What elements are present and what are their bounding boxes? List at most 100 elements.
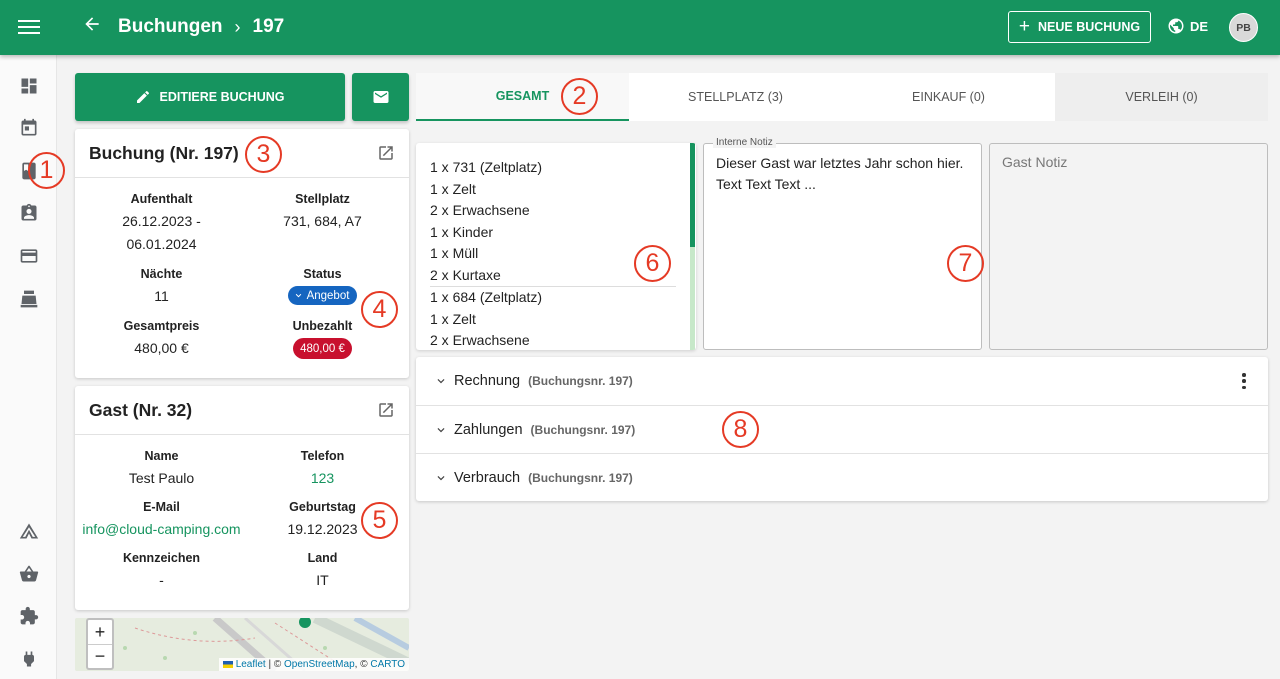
guest-name-value: Test Paulo bbox=[128, 470, 195, 486]
accordion-zahlungen[interactable]: Zahlungen (Buchungsnr. 197) bbox=[416, 405, 1268, 453]
stay-value: 26.12.2023 - 06.01.2024 bbox=[122, 213, 201, 252]
tab-einkauf[interactable]: EINKAUF (0) bbox=[842, 73, 1055, 121]
chevron-down-icon bbox=[437, 427, 445, 432]
plus-icon: + bbox=[1018, 16, 1030, 37]
open-external-icon[interactable] bbox=[377, 401, 395, 419]
annotation-1: 1 bbox=[28, 152, 65, 189]
breadcrumb-current: 197 bbox=[252, 16, 285, 37]
back-arrow-icon[interactable] bbox=[82, 14, 102, 40]
position-item: 1 x Zelt bbox=[430, 180, 476, 197]
status-value: Angebot bbox=[306, 289, 350, 302]
license-plate-label: Kennzeichen bbox=[122, 551, 201, 565]
extension-icon[interactable] bbox=[19, 606, 39, 626]
annotation-2: 2 bbox=[561, 78, 598, 115]
scrollbar-thumb[interactable] bbox=[690, 143, 695, 247]
pencil-icon bbox=[137, 90, 150, 103]
breadcrumb-root[interactable]: Buchungen bbox=[118, 16, 223, 38]
nights-value: 11 bbox=[154, 288, 169, 304]
attribution-separator: | © bbox=[268, 659, 282, 670]
position-item: 2 x Erwachsene bbox=[430, 332, 530, 348]
stay-label: Aufenthalt bbox=[130, 192, 193, 206]
annotation-5: 5 bbox=[361, 502, 398, 539]
status-badge[interactable]: Angebot bbox=[287, 286, 358, 305]
nights-label: Nächte bbox=[140, 267, 183, 281]
guest-note-placeholder: Gast Notiz bbox=[1002, 154, 1068, 170]
leaflet-link[interactable]: Leaflet bbox=[236, 659, 266, 670]
accordion-subtitle: (Buchungsnr. 197) bbox=[528, 470, 633, 485]
mail-icon bbox=[373, 91, 388, 103]
accordion-title: Zahlungen bbox=[454, 421, 523, 438]
booking-card: Buchung (Nr. 197) Aufenthalt 26.12.2023 … bbox=[75, 129, 409, 378]
internal-note-label: Interne Notiz bbox=[713, 137, 776, 148]
new-booking-label: NEUE BUCHUNG bbox=[1038, 20, 1141, 34]
hamburger-menu-icon[interactable] bbox=[18, 17, 40, 37]
ukraine-flag-icon bbox=[222, 660, 233, 668]
calendar-icon[interactable] bbox=[19, 118, 39, 138]
guest-email-link[interactable]: info@cloud-camping.com bbox=[82, 521, 240, 537]
language-switcher[interactable]: DE bbox=[1167, 17, 1208, 35]
top-app-bar: Buchungen › 197 + NEUE BUCHUNG DE PB bbox=[0, 0, 1280, 55]
chevron-down-icon bbox=[437, 475, 445, 480]
send-email-button[interactable] bbox=[352, 73, 409, 121]
tab-verleih[interactable]: VERLEIH (0) bbox=[1055, 73, 1268, 121]
more-vert-icon[interactable] bbox=[1242, 373, 1246, 389]
accordion-panels: Rechnung (Buchungsnr. 197) Zahlungen (Bu… bbox=[416, 357, 1268, 501]
cash-register-icon[interactable] bbox=[19, 289, 39, 309]
position-item: 1 x Zelt bbox=[430, 310, 476, 327]
attribution-separator: , © bbox=[354, 659, 368, 670]
guest-title: Gast (Nr. 32) bbox=[89, 399, 193, 420]
tent-icon[interactable] bbox=[19, 521, 39, 541]
credit-card-icon[interactable] bbox=[19, 246, 39, 266]
globe-icon bbox=[1168, 18, 1184, 34]
annotation-8: 8 bbox=[722, 411, 759, 448]
booking-title: Buchung (Nr. 197) bbox=[89, 142, 239, 163]
accordion-subtitle: (Buchungsnr. 197) bbox=[530, 422, 636, 437]
guest-name-label: Name bbox=[144, 449, 179, 463]
guest-email-label: E-Mail bbox=[143, 500, 180, 514]
sidebar bbox=[0, 55, 57, 679]
language-label: DE bbox=[1190, 18, 1209, 34]
guest-card: Gast (Nr. 32) Name Test Paulo Telefon 12… bbox=[75, 386, 409, 610]
power-plug-icon[interactable] bbox=[19, 649, 39, 669]
edit-booking-label: EDITIERE BUCHUNG bbox=[159, 90, 285, 104]
openstreetmap-link[interactable]: OpenStreetMap bbox=[284, 659, 355, 670]
internal-note-field[interactable]: Interne Notiz Dieser Gast war letztes Ja… bbox=[703, 137, 982, 350]
guest-phone-label: Telefon bbox=[300, 449, 345, 463]
total-price-value: 480,00 € bbox=[134, 340, 189, 356]
accordion-rechnung[interactable]: Rechnung (Buchungsnr. 197) bbox=[416, 357, 1268, 405]
zoom-in-button[interactable]: + bbox=[88, 620, 112, 644]
accordion-title: Rechnung bbox=[454, 373, 521, 389]
total-price-label: Gesamtpreis bbox=[123, 319, 200, 333]
new-booking-button[interactable]: + NEUE BUCHUNG bbox=[1008, 11, 1151, 43]
guest-contact-icon[interactable] bbox=[19, 203, 39, 223]
edit-booking-button[interactable]: EDITIERE BUCHUNG bbox=[75, 73, 345, 121]
booking-tabs: GESAMT STELLPLATZ (3) EINKAUF (0) VERLEI… bbox=[416, 73, 1268, 121]
position-item: 1 x 684 (Zeltplatz) bbox=[430, 289, 543, 305]
chevron-down-icon bbox=[437, 379, 445, 384]
pitch-label: Stellplatz bbox=[295, 192, 350, 206]
map-zoom-control: + − bbox=[86, 618, 114, 670]
map-attribution: Leaflet | © OpenStreetMap, © CARTO bbox=[218, 658, 409, 671]
pitch-value: 731, 684, A7 bbox=[283, 213, 362, 229]
location-map[interactable]: + − Leaflet | © OpenStreetMap, © CARTO bbox=[75, 618, 409, 671]
position-item: 1 x 731 (Zeltplatz) bbox=[430, 159, 543, 175]
user-avatar[interactable]: PB bbox=[1229, 13, 1258, 42]
breadcrumb: Buchungen › 197 bbox=[118, 16, 284, 38]
annotation-6: 6 bbox=[634, 245, 671, 282]
zoom-out-button[interactable]: − bbox=[88, 644, 112, 668]
carto-link[interactable]: CARTO bbox=[370, 659, 405, 670]
country-value: IT bbox=[316, 572, 329, 588]
tab-stellplatz[interactable]: STELLPLATZ (3) bbox=[629, 73, 842, 121]
guest-phone-link[interactable]: 123 bbox=[311, 470, 334, 486]
position-item: 1 x Kinder bbox=[430, 223, 494, 240]
accordion-verbrauch[interactable]: Verbrauch (Buchungsnr. 197) bbox=[416, 453, 1268, 501]
annotation-3: 3 bbox=[245, 136, 282, 173]
dashboard-icon[interactable] bbox=[19, 76, 39, 96]
shopping-basket-icon[interactable] bbox=[19, 564, 39, 584]
chevron-down-icon bbox=[295, 293, 301, 298]
open-external-icon[interactable] bbox=[377, 144, 395, 162]
breadcrumb-separator: › bbox=[234, 16, 241, 37]
internal-note-text[interactable]: Dieser Gast war letztes Jahr schon hier.… bbox=[704, 144, 981, 204]
guest-note-field[interactable]: Gast Notiz bbox=[989, 143, 1268, 350]
unpaid-badge: 480,00 € bbox=[293, 338, 352, 359]
